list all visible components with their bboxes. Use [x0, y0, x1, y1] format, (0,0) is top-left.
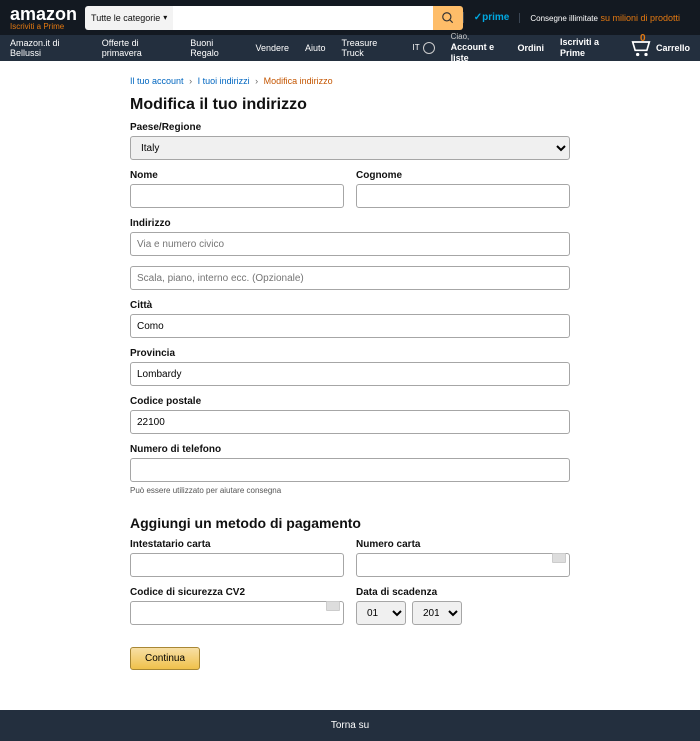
prime-text: Consegne illimitate — [530, 14, 598, 23]
phone-hint: Può essere utilizzato per aiutare conseg… — [130, 486, 570, 495]
continue-button[interactable]: Continua — [130, 647, 200, 670]
address-label: Indirizzo — [130, 218, 570, 229]
prime-promo[interactable]: ✓prime — [463, 12, 520, 23]
prime-logo-icon: ✓prime — [474, 12, 510, 23]
phone-label: Numero di telefono — [130, 444, 570, 455]
search-button[interactable] — [433, 6, 463, 30]
province-input[interactable] — [130, 362, 570, 386]
breadcrumb-addresses[interactable]: I tuoi indirizzi — [198, 76, 250, 86]
postal-input[interactable] — [130, 410, 570, 434]
address-line2-input[interactable] — [130, 266, 570, 290]
search-input[interactable] — [173, 6, 432, 30]
logo[interactable]: amazon Iscriviti a Prime — [10, 4, 85, 31]
city-input[interactable] — [130, 314, 570, 338]
globe-icon — [423, 42, 435, 54]
breadcrumb-account[interactable]: Il tuo account — [130, 76, 184, 86]
payment-title: Aggiungi un metodo di pagamento — [130, 515, 570, 531]
back-to-top[interactable]: Torna su — [331, 720, 369, 731]
name-label: Nome — [130, 170, 344, 181]
nav-help[interactable]: Aiuto — [305, 43, 326, 53]
expiry-year-select[interactable]: 2019 — [412, 601, 462, 625]
nav-deals[interactable]: Offerte di primavera — [102, 38, 174, 58]
phone-input[interactable] — [130, 458, 570, 482]
country-label: Paese/Regione — [130, 122, 570, 133]
account-menu[interactable]: Ciao, Account e liste — [451, 32, 502, 63]
expiry-month-select[interactable]: 01 — [356, 601, 406, 625]
nav-shop[interactable]: Amazon.it di Bellussi — [10, 38, 86, 58]
cvv-icon — [326, 601, 340, 611]
cardnumber-label: Numero carta — [356, 539, 570, 550]
province-label: Provincia — [130, 348, 570, 359]
prime-text-em: su milioni di prodotti — [600, 13, 680, 23]
surname-input[interactable] — [356, 184, 570, 208]
expiry-label: Data di scadenza — [356, 587, 570, 598]
prime-link[interactable]: Iscriviti a Prime — [560, 37, 613, 59]
breadcrumb: Il tuo account › I tuoi indirizzi › Modi… — [130, 76, 570, 86]
orders-link[interactable]: Ordini — [518, 43, 545, 54]
nav-treasure[interactable]: Treasure Truck — [342, 38, 397, 58]
cardholder-input[interactable] — [130, 553, 344, 577]
language-selector[interactable]: IT — [412, 42, 434, 54]
nav-sell[interactable]: Vendere — [256, 43, 290, 53]
nav-giftcards[interactable]: Buoni Regalo — [190, 38, 239, 58]
country-select[interactable]: Italy — [130, 136, 570, 160]
search-category-dropdown[interactable]: Tutte le categorie — [85, 6, 173, 30]
cvv-input[interactable] — [130, 601, 344, 625]
cardnumber-input[interactable] — [356, 553, 570, 577]
postal-label: Codice postale — [130, 396, 570, 407]
breadcrumb-current: Modifica indirizzo — [264, 76, 333, 86]
cvv-label: Codice di sicurezza CV2 — [130, 587, 344, 598]
search-icon — [441, 11, 455, 25]
city-label: Città — [130, 300, 570, 311]
name-input[interactable] — [130, 184, 344, 208]
cardholder-label: Intestatario carta — [130, 539, 344, 550]
card-brand-icon — [552, 553, 566, 563]
page-title: Modifica il tuo indirizzo — [130, 96, 570, 114]
cart-link[interactable]: 0 Carrello — [629, 37, 690, 60]
address-line1-input[interactable] — [130, 232, 570, 256]
surname-label: Cognome — [356, 170, 570, 181]
cart-count: 0 — [640, 33, 646, 45]
